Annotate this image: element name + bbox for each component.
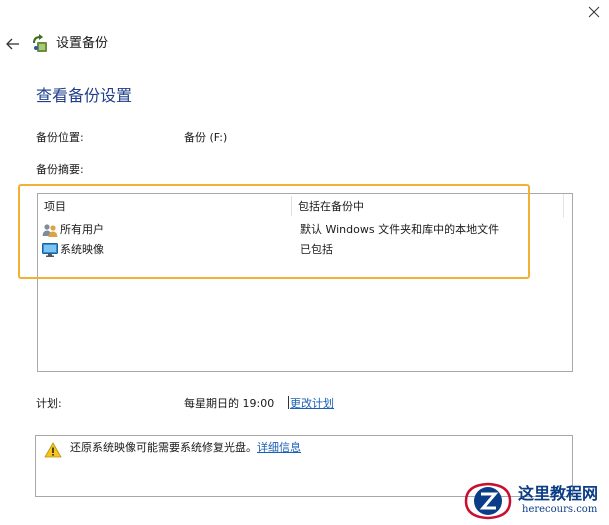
schedule-label: 计划:	[36, 397, 62, 410]
text-cursor	[288, 396, 289, 409]
backup-summary-label: 备份摘要:	[36, 163, 84, 176]
warning-text: 还原系统映像可能需要系统修复光盘。	[70, 441, 257, 454]
backup-and-restore-icon	[33, 34, 47, 52]
list-item[interactable]: 系统映像 已包括	[42, 242, 542, 258]
watermark-url: herecours.com	[522, 504, 598, 515]
column-header-item[interactable]: 项目	[44, 200, 66, 214]
list-item-name: 所有用户	[60, 223, 104, 236]
list-item[interactable]: 所有用户 默认 Windows 文件夹和库中的本地文件	[42, 222, 542, 238]
change-schedule-link-text: 更改计划	[290, 397, 334, 410]
close-icon[interactable]	[586, 4, 602, 20]
backup-location-label: 备份位置:	[36, 131, 84, 144]
monitor-icon	[42, 243, 58, 257]
warning-message: 还原系统映像可能需要系统修复光盘。详细信息	[70, 441, 301, 455]
column-header-included[interactable]: 包括在备份中	[298, 200, 364, 214]
users-icon	[42, 224, 58, 237]
page-title: 查看备份设置	[36, 86, 133, 105]
list-item-included: 默认 Windows 文件夹和库中的本地文件	[300, 223, 500, 236]
column-divider[interactable]	[291, 196, 292, 216]
list-item-name: 系统映像	[60, 243, 104, 256]
list-scrollbar[interactable]	[563, 194, 572, 218]
change-schedule-link[interactable]: 更改计划	[288, 396, 334, 411]
schedule-value: 每星期日的 19:00	[184, 397, 275, 410]
backup-summary-list[interactable]: 项目 包括在备份中 所有用户 默认 Windows 文件夹和库中的本地文件 系统…	[37, 193, 573, 372]
warning-icon	[44, 442, 62, 458]
window-title: 设置备份	[56, 36, 109, 51]
backup-location-value: 备份 (F:)	[184, 131, 228, 144]
more-info-link[interactable]: 详细信息	[257, 441, 301, 454]
watermark-title: 这里教程网	[518, 484, 599, 503]
site-logo-icon	[464, 482, 512, 520]
list-item-included: 已包括	[300, 243, 333, 256]
back-arrow-icon[interactable]	[4, 35, 22, 53]
